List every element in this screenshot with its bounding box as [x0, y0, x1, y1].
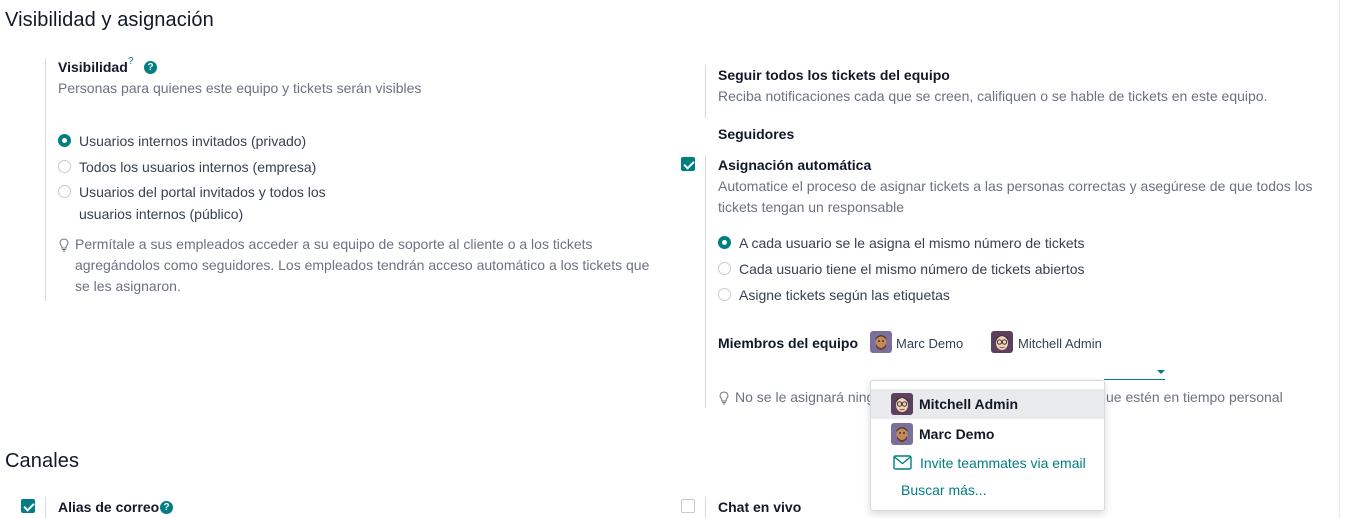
visibility-radio-private[interactable]: [58, 134, 71, 147]
assign-radio-equal-tickets[interactable]: [718, 236, 731, 249]
auto-assign-checkbox[interactable]: [681, 157, 695, 171]
live-chat-checkbox[interactable]: [681, 499, 695, 513]
follow-description: Reciba notificaciones cada que se creen,…: [718, 88, 1268, 104]
page-right-border: [1339, 0, 1340, 518]
lightbulb-icon: [59, 238, 69, 252]
auto-assign-description-line1: Automatice el proceso de asignar tickets…: [718, 178, 1313, 194]
team-members-autocomplete-dropdown: Mitchell Admin Marc Demo Invite teammate…: [870, 380, 1105, 511]
visibility-radio-company[interactable]: [58, 160, 71, 173]
team-member-tag-mitchell-admin[interactable]: Mitchell Admin: [1018, 336, 1102, 351]
avatar-mitchell-admin: [891, 393, 913, 415]
live-chat-left-border: [705, 497, 706, 518]
email-alias-help-icon[interactable]: ?: [160, 501, 173, 514]
visibility-option-public-line2[interactable]: usuarios internos (público): [79, 203, 243, 226]
assign-option-equal-tickets[interactable]: A cada usuario se le asigna el mismo núm…: [739, 232, 1085, 255]
live-chat-label: Chat en vivo: [718, 499, 802, 515]
auto-assign-left-border: [705, 155, 706, 408]
dropdown-option-mitchell-admin[interactable]: Mitchell Admin: [871, 389, 1104, 419]
team-members-input-underline[interactable]: [1104, 379, 1165, 380]
members-hint-left: No se le asignará ning: [735, 389, 875, 405]
email-alias-label: Alias de correo: [58, 499, 160, 515]
auto-assign-label: Asignación automática: [718, 157, 872, 173]
section-title-channels: Canales: [5, 450, 80, 472]
lightbulb-icon: [719, 391, 729, 405]
visibility-hint-line1: Permítale a sus empleados acceder a su e…: [75, 236, 593, 252]
visibility-help-icon[interactable]: ?: [144, 61, 157, 74]
dropdown-option-label: Marc Demo: [919, 426, 995, 442]
visibility-hint-line2: agregándolos como seguidores. Los emplea…: [75, 257, 650, 273]
section-title-visibility: Visibilidad y asignación: [5, 9, 214, 31]
assign-radio-equal-open[interactable]: [718, 262, 731, 275]
visibility-label: Visibilidad: [58, 59, 128, 75]
chevron-down-icon[interactable]: [1157, 370, 1165, 374]
visibility-hint-line3: se les asignaron.: [75, 278, 181, 294]
visibility-option-public-line1[interactable]: Usuarios del portal invitados y todos lo…: [79, 181, 326, 204]
visibility-tooltip-marker[interactable]: ?: [128, 56, 134, 67]
avatar-mitchell-admin: [991, 331, 1013, 353]
visibility-radio-public[interactable]: [58, 185, 71, 198]
email-alias-checkbox[interactable]: [21, 499, 35, 513]
visibility-description: Personas para quienes este equipo y tick…: [58, 80, 422, 96]
email-alias-left-border: [45, 497, 46, 518]
invite-teammates-link[interactable]: Invite teammates via email: [920, 455, 1086, 471]
follow-label: Seguir todos los tickets del equipo: [718, 67, 950, 83]
assign-radio-tags[interactable]: [718, 288, 731, 301]
dropdown-option-marc-demo[interactable]: Marc Demo: [871, 419, 1104, 449]
assign-option-equal-open[interactable]: Cada usuario tiene el mismo número de ti…: [739, 258, 1085, 281]
form-page: Visibilidad y asignación Visibilidad ? ?…: [0, 0, 1356, 518]
team-member-tag-marc-demo[interactable]: Marc Demo: [896, 336, 963, 351]
members-hint-right: ue estén en tiempo personal: [1106, 389, 1283, 405]
team-members-label: Miembros del equipo: [718, 335, 859, 351]
search-more-link[interactable]: Buscar más...: [901, 482, 987, 498]
visibility-option-company[interactable]: Todos los usuarios internos (empresa): [79, 156, 316, 179]
visibility-option-private[interactable]: Usuarios internos invitados (privado): [79, 130, 306, 153]
followers-label: Seguidores: [718, 126, 795, 142]
visibility-left-border: [45, 58, 46, 301]
avatar-marc-demo: [891, 423, 913, 445]
auto-assign-description-line2: tickets tengan un responsable: [718, 199, 905, 215]
dropdown-option-label: Mitchell Admin: [919, 396, 1019, 412]
follow-left-border: [705, 65, 706, 118]
assign-option-tags[interactable]: Asigne tickets según las etiquetas: [739, 284, 950, 307]
envelope-icon: [893, 455, 912, 470]
avatar-marc-demo: [870, 331, 892, 353]
